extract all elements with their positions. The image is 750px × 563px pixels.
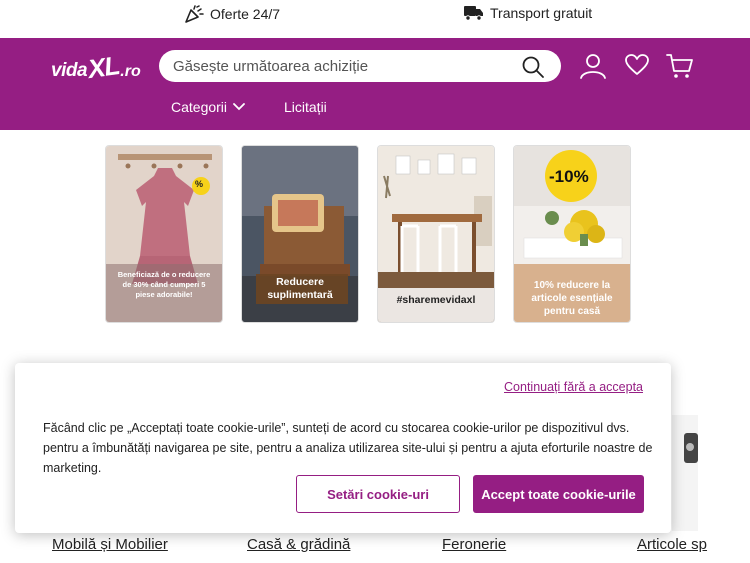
promo-label-dress: Beneficiază de o reducere de 30% când cu…	[117, 270, 211, 299]
search-button[interactable]	[521, 55, 545, 84]
promo-badge-ten-percent: -10%	[549, 167, 589, 186]
continue-without-accepting-link[interactable]: Continuați fără a accepta	[504, 380, 643, 394]
search-icon	[522, 56, 544, 78]
promo-label-extra-discount: Reducere suplimentară	[267, 276, 333, 301]
offers-label: Oferte 24/7	[210, 6, 281, 22]
chevron-down-icon	[233, 103, 245, 111]
nav-auctions[interactable]: Licitații	[284, 99, 327, 115]
cart-button[interactable]	[666, 52, 694, 85]
nav-auctions-label: Licitații	[284, 99, 327, 115]
cookie-message: Făcând clic pe „Acceptați toate cookie-u…	[43, 421, 653, 475]
product-thumbnail	[672, 415, 698, 531]
promo-label-sharemevidaxl: #sharemevidaxl	[396, 294, 476, 306]
promo-tile-home-essentials[interactable]: -10% 10% reducere la articole esențiale …	[513, 145, 631, 323]
account-button[interactable]	[579, 52, 607, 85]
search-bar	[159, 50, 561, 82]
category-link-hardware[interactable]: Feronerie	[442, 536, 506, 553]
search-input[interactable]	[159, 57, 499, 75]
promo-label-home-essentials: 10% reducere la articole esențiale pentr…	[531, 280, 613, 317]
accept-all-cookies-button[interactable]: Accept toate cookie-urile	[473, 475, 644, 513]
party-popper-icon	[185, 5, 204, 23]
truck-icon	[464, 6, 483, 21]
product-image	[684, 433, 698, 463]
cookie-settings-button[interactable]: Setări cookie-uri	[296, 475, 460, 513]
nav-categories-label: Categorii	[171, 99, 228, 115]
wishlist-button[interactable]	[624, 52, 650, 83]
shipping-item[interactable]: Transport gratuit	[464, 5, 592, 21]
category-link-sports[interactable]: Articole sp	[637, 536, 707, 553]
heart-icon	[625, 54, 649, 75]
category-link-home-garden[interactable]: Casă & grădină	[247, 536, 350, 553]
shipping-label: Transport gratuit	[490, 5, 593, 21]
vidaxl-logo[interactable]: vida XL .ro	[51, 50, 141, 84]
category-links: Mobilă și Mobilier Casă & grădină Ferone…	[0, 536, 750, 563]
promo-badge-percent: %	[195, 179, 204, 189]
user-icon	[580, 54, 606, 79]
category-link-furniture[interactable]: Mobilă și Mobilier	[52, 536, 168, 553]
offers-item[interactable]: Oferte 24/7	[184, 5, 280, 23]
cookie-banner: Continuați fără a accepta Făcând clic pe…	[15, 363, 671, 533]
promo-tile-extra-discount[interactable]: Reducere suplimentară	[241, 145, 359, 323]
top-bar: Oferte 24/7 Transport gratuit	[0, 0, 750, 38]
nav-categories[interactable]: Categorii	[171, 99, 245, 115]
cart-icon	[666, 54, 693, 78]
main-header: vida XL .ro Categorii	[0, 38, 750, 130]
promo-tile-kids-dress[interactable]: % Beneficiază de o reducere de 30% când …	[105, 145, 223, 323]
promo-tile-sharemevidaxl[interactable]: #sharemevidaxl	[377, 145, 495, 323]
